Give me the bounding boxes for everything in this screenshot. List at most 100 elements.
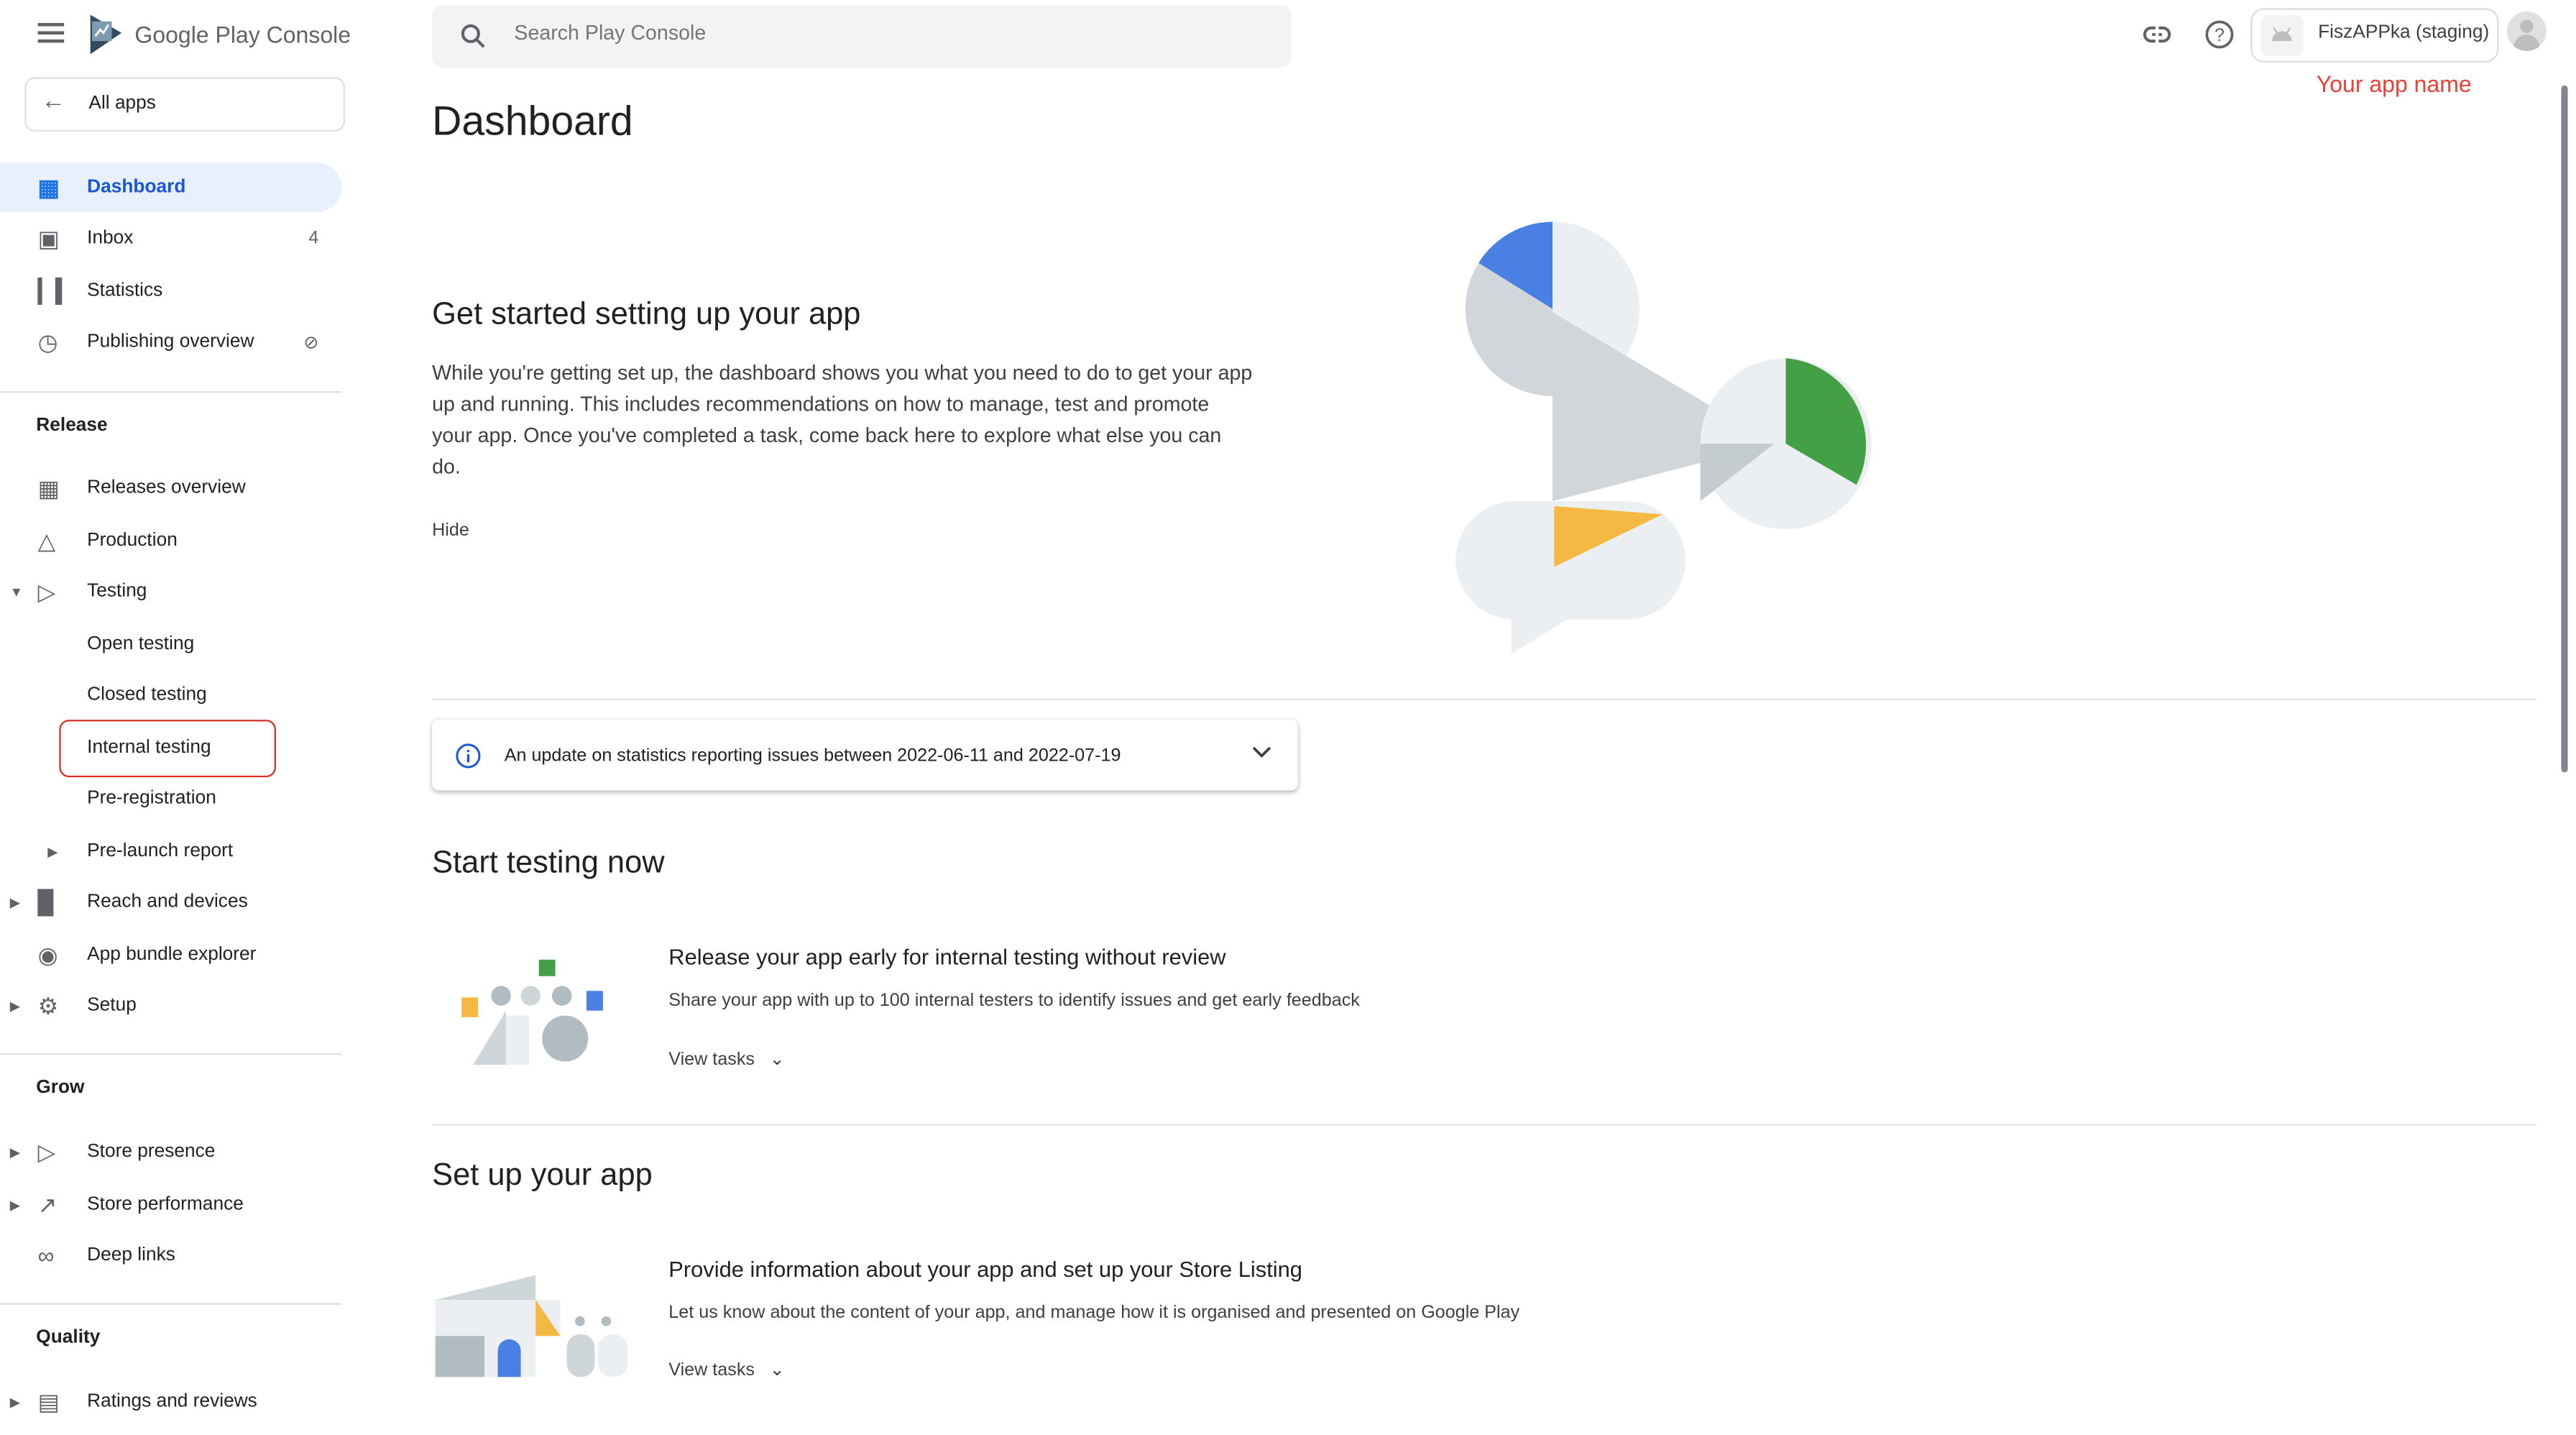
sidebar-item-label: App bundle explorer <box>87 945 257 965</box>
product-name[interactable]: Google Play Console <box>134 22 351 48</box>
sidebar-item-label: Deep links <box>87 1245 175 1265</box>
sidebar-item-label: Production <box>87 531 178 551</box>
android-icon: ◉ <box>37 940 58 968</box>
sidebar-item-label: Closed testing <box>87 685 207 705</box>
chevron-down-icon[interactable] <box>1252 746 1271 759</box>
all-apps-label: All apps <box>88 93 156 114</box>
sidebar-item-pre-registration[interactable]: Pre-registration <box>0 774 341 824</box>
view-tasks-button[interactable]: View tasks ⌄ <box>668 1359 784 1380</box>
sidebar-item-label: Pre-registration <box>87 789 216 809</box>
task-description: Let us know about the content of your ap… <box>668 1303 1520 1323</box>
sidebar-item-releases-overview[interactable]: ▦ Releases overview <box>0 464 341 513</box>
android-icon <box>2260 14 2304 56</box>
inbox-count-badge: 4 <box>308 228 319 249</box>
sidebar-item-label: Releases overview <box>87 478 246 498</box>
caret-right-icon[interactable]: ▶ <box>10 999 20 1014</box>
sidebar-item-app-bundle-explorer[interactable]: ◉ App bundle explorer <box>0 930 341 980</box>
scrollbar[interactable] <box>2561 85 2568 773</box>
link-icon: ∞ <box>37 1241 55 1268</box>
testers-illustration <box>461 959 603 1065</box>
view-tasks-label: View tasks <box>668 1360 755 1380</box>
sidebar-item-label: Ratings and reviews <box>87 1391 257 1412</box>
section-divider <box>432 698 2537 700</box>
sidebar-item-ratings-and-reviews[interactable]: ▶ ▤ Ratings and reviews <box>0 1377 341 1426</box>
section-label: Release <box>36 416 108 436</box>
sidebar-item-deep-links[interactable]: ∞ Deep links <box>0 1231 341 1280</box>
page-title: Dashboard <box>432 98 633 145</box>
avatar[interactable] <box>2506 11 2547 51</box>
intro-body: While you're getting set up, the dashboa… <box>432 361 1253 479</box>
all-apps-button[interactable]: ← All apps <box>24 77 345 132</box>
help-icon[interactable]: ? <box>2204 19 2234 49</box>
task-title: Release your app early for internal test… <box>668 945 1226 970</box>
chevron-down-icon: ⌄ <box>769 1050 785 1070</box>
stats-notice[interactable]: An update on statistics reporting issues… <box>432 720 1298 790</box>
sidebar-item-store-presence[interactable]: ▶ ▷ Store presence <box>0 1127 341 1177</box>
section-divider <box>432 1124 2537 1126</box>
sidebar-item-label: Publishing overview <box>87 331 254 352</box>
section-label: Quality <box>36 1327 101 1348</box>
sidebar-item-label: Statistics <box>87 280 163 301</box>
gear-icon: ⚙ <box>37 991 59 1018</box>
menu-icon[interactable] <box>37 22 65 45</box>
app-name-annotation: Your app name <box>2316 70 2472 97</box>
link-icon[interactable] <box>2143 23 2172 46</box>
intro-heading: Get started setting up your app <box>432 297 861 332</box>
sidebar-item-pre-launch-report[interactable]: ▶ Pre-launch report <box>0 827 341 876</box>
caret-right-icon[interactable]: ▶ <box>10 1394 20 1409</box>
play-icon: ▷ <box>37 1137 56 1165</box>
section-heading: Set up your app <box>432 1158 653 1193</box>
sidebar-item-label: Open testing <box>87 634 195 654</box>
app-name: FiszAPPka (staging) <box>2318 22 2490 43</box>
sidebar-item-open-testing[interactable]: Open testing <box>0 620 341 669</box>
app-selector[interactable]: FiszAPPka (staging) <box>2250 8 2499 63</box>
caret-down-icon[interactable]: ▼ <box>10 584 23 600</box>
notice-text: An update on statistics reporting issues… <box>504 746 1121 766</box>
caret-right-icon[interactable]: ▶ <box>10 1197 20 1212</box>
task-title: Provide information about your app and s… <box>668 1257 1302 1282</box>
view-tasks-button[interactable]: View tasks ⌄ <box>668 1048 784 1070</box>
chevron-down-icon: ⌄ <box>769 1360 785 1380</box>
search-input[interactable] <box>510 19 1241 46</box>
internal-testing-highlight <box>59 720 276 778</box>
sidebar-divider <box>0 1303 342 1305</box>
publishing-clock-icon: ◷ <box>37 327 58 354</box>
caret-right-icon[interactable]: ▶ <box>10 1145 20 1160</box>
sidebar-item-label: Dashboard <box>87 177 186 198</box>
sidebar-item-label: Inbox <box>87 228 134 249</box>
sidebar-item-label: Pre-launch report <box>87 841 234 861</box>
hide-button[interactable]: Hide <box>432 521 469 541</box>
sidebar-item-reach-and-devices[interactable]: ▶ ▉ Reach and devices <box>0 878 341 927</box>
sidebar-item-testing[interactable]: ▼ ▷ Testing <box>0 567 341 617</box>
trending-up-icon: ↗ <box>37 1190 58 1217</box>
sidebar-item-label: Store performance <box>87 1194 244 1215</box>
grid-icon: ▦ <box>37 474 60 500</box>
svg-text:?: ? <box>2214 25 2225 45</box>
play-console-logo-icon <box>90 14 122 55</box>
sidebar-divider <box>0 1053 342 1055</box>
sidebar-item-setup[interactable]: ▶ ⚙ Setup <box>0 981 341 1031</box>
sync-disabled-icon: ⊘ <box>303 332 319 353</box>
sidebar-item-production[interactable]: △ Production <box>0 516 341 566</box>
reach-icon: ▉ <box>37 888 56 914</box>
sidebar-item-statistics[interactable]: ▎▍ Statistics <box>0 266 341 316</box>
section-heading: Start testing now <box>432 846 665 881</box>
setup-illustration <box>1455 221 1872 654</box>
sidebar-item-label: Testing <box>87 582 147 602</box>
store-listing-illustration <box>435 1275 628 1377</box>
production-icon: △ <box>37 526 56 554</box>
section-label: Grow <box>36 1078 85 1098</box>
sidebar-item-store-performance[interactable]: ▶ ↗ Store performance <box>0 1180 341 1229</box>
search-icon <box>461 24 485 48</box>
sidebar-divider <box>0 390 342 393</box>
search-bar[interactable] <box>432 4 1292 68</box>
sidebar-item-publishing-overview[interactable]: ◷ Publishing overview ⊘ <box>0 317 341 367</box>
caret-right-icon[interactable]: ▶ <box>47 844 58 859</box>
dashboard-icon: ▦ <box>37 173 60 200</box>
caret-right-icon[interactable]: ▶ <box>10 895 20 910</box>
bar-chart-icon: ▎▍ <box>37 277 73 303</box>
sidebar-item-dashboard[interactable]: ▦ Dashboard <box>0 162 342 212</box>
sidebar-item-closed-testing[interactable]: Closed testing <box>0 671 341 720</box>
sidebar-item-inbox[interactable]: ▣ Inbox 4 <box>0 214 341 263</box>
sidebar-item-label: Store presence <box>87 1142 216 1162</box>
